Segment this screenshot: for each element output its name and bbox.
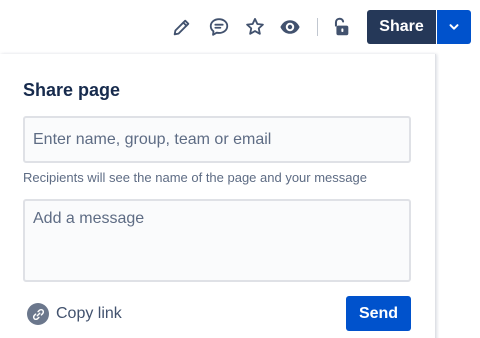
chevron-down-icon	[449, 24, 459, 30]
comment-icon[interactable]	[207, 15, 231, 39]
send-button[interactable]: Send	[346, 296, 411, 331]
copy-link-button[interactable]: Copy link	[27, 302, 122, 326]
recipients-hint: Recipients will see the name of the page…	[23, 170, 367, 185]
unlock-icon[interactable]	[329, 15, 353, 39]
edit-icon[interactable]	[170, 15, 194, 39]
page-toolbar: Share	[0, 0, 480, 54]
link-icon	[27, 303, 49, 325]
share-button[interactable]: Share	[367, 10, 436, 44]
share-panel-title: Share page	[23, 80, 121, 100]
copy-link-label: Copy link	[56, 305, 122, 322]
message-input[interactable]	[23, 199, 411, 282]
recipients-input[interactable]	[23, 116, 411, 163]
star-icon[interactable]	[243, 15, 267, 39]
share-dropdown-button[interactable]	[437, 10, 471, 44]
watch-icon[interactable]	[278, 15, 302, 39]
toolbar-divider	[317, 18, 318, 36]
